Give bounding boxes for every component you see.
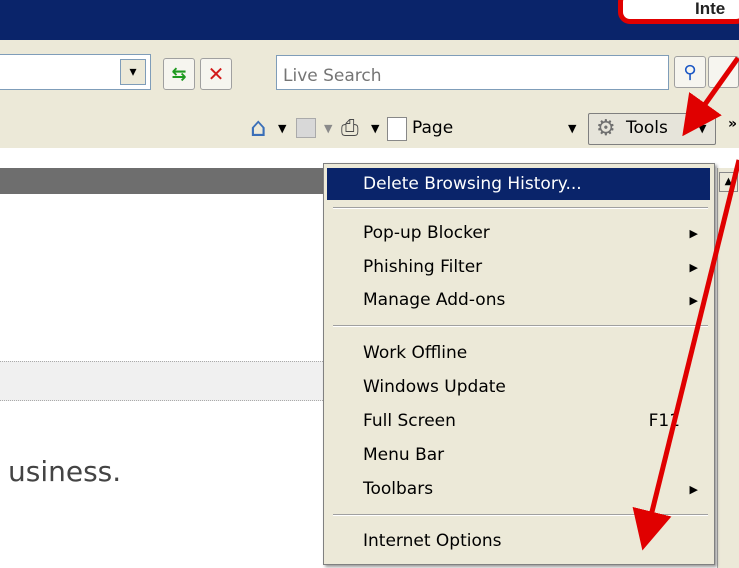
arrow-to-tools (682, 56, 739, 137)
arrow-to-internet-options (632, 159, 739, 551)
annotation-arrows (632, 56, 739, 551)
